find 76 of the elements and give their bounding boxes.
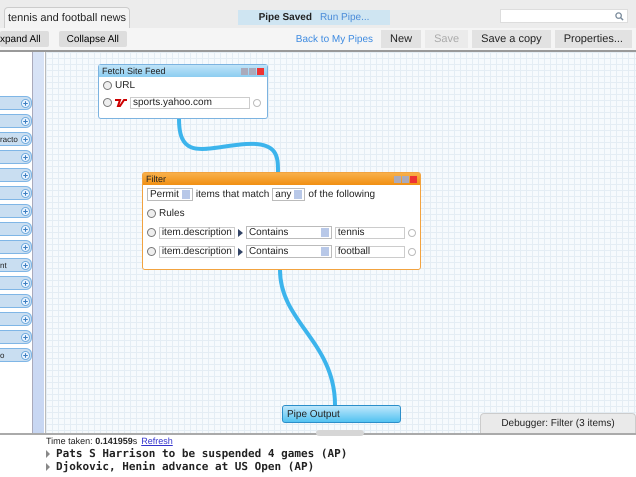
add-icon (21, 260, 30, 270)
filter-text: items that match (196, 189, 270, 200)
pipe-tab[interactable]: tennis and football news (4, 7, 130, 28)
module-item[interactable] (0, 222, 32, 236)
terminal-icon (253, 98, 261, 106)
module-title: Pipe Output (287, 408, 340, 420)
add-icon (21, 116, 30, 126)
time-taken: Time taken: 0.141959s (46, 436, 138, 446)
module-item[interactable] (0, 330, 32, 344)
module-item[interactable] (0, 276, 32, 290)
add-icon (21, 242, 30, 252)
module-title: Filter (146, 174, 166, 184)
add-icon (21, 152, 30, 162)
search-field[interactable] (500, 9, 628, 23)
url-field[interactable]: sports.yahoo.com (130, 96, 250, 108)
field-input[interactable]: item.description (158, 226, 235, 238)
terminal-icon (408, 228, 416, 236)
module-item[interactable] (0, 168, 32, 182)
scrollbar[interactable] (32, 52, 44, 433)
module-item[interactable]: racto (0, 132, 32, 146)
add-icon (21, 296, 30, 306)
add-icon (21, 206, 30, 216)
terminal-icon (147, 209, 156, 218)
tree-button[interactable]: xpand All (0, 31, 49, 47)
value-field[interactable]: tennis (334, 226, 406, 238)
expand-icon[interactable] (238, 248, 243, 256)
toolbar-button[interactable]: New (381, 30, 422, 48)
terminal-icon (408, 248, 416, 256)
module-item[interactable] (0, 294, 32, 308)
fetch-module[interactable]: Fetch Site Feed URL sports.yahoo.com (98, 64, 268, 119)
add-icon (21, 134, 30, 144)
operator-select[interactable]: Contains (246, 226, 332, 239)
window-controls-icon (241, 68, 264, 74)
add-icon (21, 224, 30, 234)
add-icon (21, 98, 30, 108)
module-item[interactable] (0, 96, 32, 110)
filter-text: of the following (308, 189, 376, 200)
logo-icon (115, 98, 127, 106)
expand-icon[interactable] (238, 228, 243, 236)
value-field[interactable]: football (334, 246, 406, 258)
add-icon (21, 278, 30, 288)
result-item[interactable]: Djokovic, Henin advance at US Open (AP) (56, 460, 314, 473)
search-icon (615, 12, 624, 20)
module-item[interactable] (0, 114, 32, 128)
add-icon (21, 314, 30, 324)
add-icon (21, 332, 30, 342)
debugger-tab[interactable]: Debugger: Filter (3 items) (480, 413, 636, 433)
add-icon (21, 188, 30, 198)
module-item[interactable] (0, 312, 32, 326)
operator-select[interactable]: Contains (246, 245, 332, 258)
toolbar-button[interactable]: Save a copy (472, 30, 551, 48)
toolbar-button[interactable]: Properties... (554, 30, 632, 48)
result-item[interactable]: Pats S Harrison to be suspended 4 games (AP) (56, 447, 348, 460)
filter-module[interactable]: Filter Permit items that match any of the following Rules item.description Contains tennis item.description Contains football (142, 172, 421, 270)
module-item[interactable]: nt (0, 258, 32, 272)
module-item[interactable]: o (0, 348, 32, 362)
window-controls-icon (394, 176, 417, 182)
status-message: Pipe Saved (258, 12, 312, 23)
terminal-icon (147, 228, 156, 237)
module-item[interactable] (0, 204, 32, 218)
mode-select[interactable]: Permit (147, 188, 193, 201)
module-item[interactable] (0, 186, 32, 200)
add-icon (21, 170, 30, 180)
module-item[interactable] (0, 240, 32, 254)
match-select[interactable]: any (272, 188, 306, 201)
module-item[interactable] (0, 150, 32, 164)
resize-handle[interactable] (316, 430, 364, 436)
pipe-output-module[interactable]: Pipe Output (282, 405, 401, 423)
option-label: URL (115, 80, 136, 91)
add-icon (21, 350, 30, 360)
terminal-icon (147, 247, 156, 256)
module-title: Fetch Site Feed (102, 66, 166, 76)
field-input[interactable]: item.description (158, 246, 235, 258)
rules-label: Rules (159, 208, 185, 219)
tree-button[interactable]: Collapse All (58, 31, 127, 47)
refresh-link[interactable]: Refresh (141, 436, 173, 446)
